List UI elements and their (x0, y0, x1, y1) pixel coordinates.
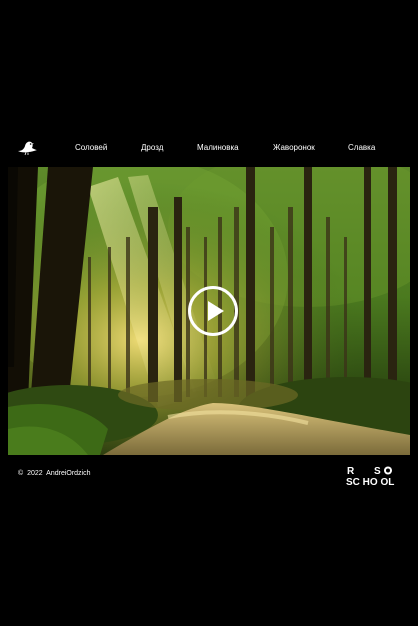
copyright: © 2022 AndreiOrdzich (18, 470, 91, 477)
nav-item-slavka[interactable]: Славка (348, 143, 375, 152)
main-nav: Соловей Дрозд Малиновка Жаворонок Славка (0, 136, 418, 160)
copyright-author[interactable]: AndreiOrdzich (46, 470, 90, 477)
svg-text:SC HO OL: SC HO OL (346, 477, 394, 486)
site-footer: © 2022 AndreiOrdzich R S SC HO OL (0, 462, 418, 488)
play-button[interactable] (188, 286, 238, 336)
play-icon (208, 301, 224, 321)
svg-text:S: S (374, 466, 381, 477)
svg-text:R: R (347, 466, 355, 477)
copyright-year: 2022 (27, 470, 43, 477)
video-player[interactable] (8, 167, 410, 455)
nav-item-solovey[interactable]: Соловей (75, 143, 107, 152)
nav-item-zhavoronok[interactable]: Жаворонок (273, 143, 315, 152)
nav-item-malinovka[interactable]: Малиновка (197, 143, 239, 152)
copyright-symbol: © (18, 470, 24, 477)
site-header: Соловей Дрозд Малиновка Жаворонок Славка (0, 136, 418, 160)
rs-school-logo[interactable]: R S SC HO OL (346, 464, 402, 488)
nav-item-drozd[interactable]: Дрозд (141, 143, 163, 152)
